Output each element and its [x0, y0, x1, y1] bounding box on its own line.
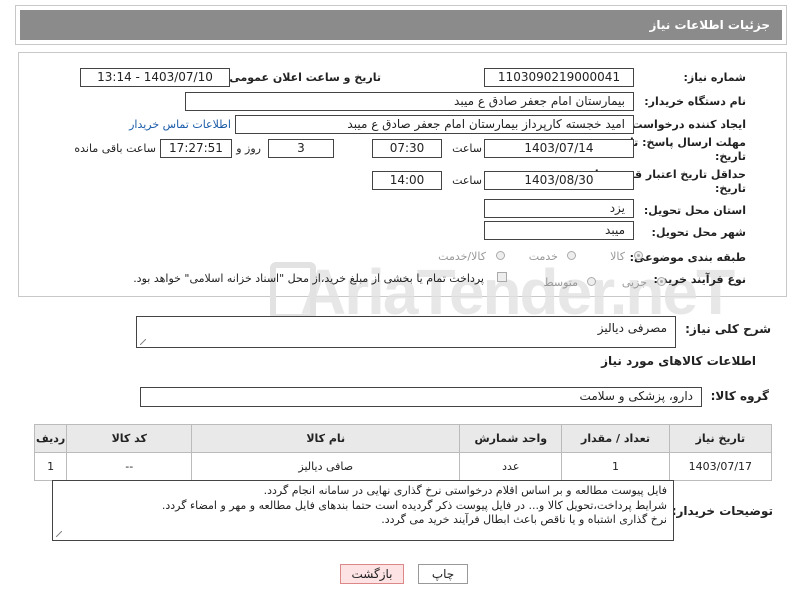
process-label: نوع فرآیند خرید :	[653, 273, 746, 286]
deadline-label-line2: تاریخ:	[714, 150, 746, 163]
goods-section-title: اطلاعات کالاهای مورد نیاز	[601, 354, 756, 368]
page-header: جزئیات اطلاعات نیاز	[15, 5, 787, 45]
deadline-time-label: ساعت	[452, 142, 482, 155]
announce-field: 1403/07/10 - 13:14	[80, 68, 230, 87]
category-option-goods-service: کالا/خدمت	[438, 250, 486, 263]
process-radio-medium[interactable]	[587, 277, 596, 286]
deadline-date-field: 1403/07/14	[484, 139, 634, 158]
header-row: ردیف	[33, 424, 68, 453]
deadline-label-line1: مهلت ارسال پاسخ: تا	[630, 136, 746, 149]
city-label: شهر محل تحویل:	[651, 226, 746, 239]
cell-code: --	[66, 452, 193, 481]
category-option-service: خدمت	[528, 250, 558, 263]
category-radio-service[interactable]	[567, 251, 576, 260]
buyer-notes-label: توضیحات خریدار:	[671, 504, 773, 518]
goods-group-field: دارو، پزشکی و سلامت	[140, 387, 702, 407]
goods-group-label: گروه کالا:	[710, 389, 769, 403]
need-number-label: شماره نیاز:	[683, 71, 746, 84]
back-button[interactable]: بازگشت	[340, 564, 404, 584]
cell-qty: 1	[561, 452, 670, 481]
buyer-contact-link[interactable]: اطلاعات تماس خریدار	[129, 118, 231, 131]
deadline-label: مهلت ارسال پاسخ: تا تاریخ:	[630, 136, 746, 164]
remaining-days-field: 3	[268, 139, 334, 158]
items-table: تاریخ نیاز تعداد / مقدار واحد شمارش نام …	[33, 424, 773, 481]
category-label: طبقه بندی موضوعی:	[629, 251, 746, 264]
deadline-time-field: 07:30	[372, 139, 442, 158]
announce-label: تاریخ و ساعت اعلان عمومی:	[224, 71, 381, 84]
process-option-minor: جزیی	[621, 276, 647, 289]
process-option-medium: متوسط	[543, 276, 578, 289]
buyer-notes-line-3: نرخ گذاری اشتباه و یا ناقص باعث ابطال فر…	[381, 513, 667, 526]
province-label: استان محل تحویل:	[643, 204, 746, 217]
days-label: روز و	[236, 142, 261, 155]
table-row: 1403/07/17 1 عدد صافی دیالیز -- 1	[33, 452, 773, 481]
buyer-notes-line-2: شرایط پرداخت،تحویل کالا و... در فایل پیو…	[161, 498, 667, 512]
cell-name: صافی دیالیز	[191, 452, 461, 481]
buyer-notes-field: فایل پیوست مطالعه و بر اساس اقلام درخواس…	[52, 480, 674, 541]
remaining-label: ساعت باقی مانده	[74, 142, 156, 155]
process-radio-minor[interactable]	[657, 277, 666, 286]
buyer-label: نام دستگاه خریدار:	[644, 95, 746, 108]
buyer-field: بیمارستان امام جعفر صادق ع میبد	[185, 92, 634, 111]
treasury-payment-checkbox[interactable]	[497, 272, 507, 282]
category-radio-goods[interactable]	[634, 251, 643, 260]
header-qty: تعداد / مقدار	[561, 424, 670, 453]
table-header-row: تاریخ نیاز تعداد / مقدار واحد شمارش نام …	[33, 424, 773, 453]
treasury-payment-note: پرداخت تمام یا بخشی از مبلغ خرید،از محل …	[133, 272, 484, 285]
cell-date: 1403/07/17	[668, 452, 773, 481]
remaining-time-field: 17:27:51	[160, 139, 232, 158]
buyer-notes-line-1: فایل پیوست مطالعه و بر اساس اقلام درخواس…	[263, 484, 667, 497]
buyer-notes-resize-handle[interactable]	[56, 531, 62, 537]
cell-unit: عدد	[459, 452, 563, 481]
category-radio-goods-service[interactable]	[496, 251, 505, 260]
cell-row: 1	[33, 452, 68, 481]
validity-time-label: ساعت	[452, 174, 482, 187]
header-name: نام کالا	[191, 424, 461, 453]
header-code: کد کالا	[66, 424, 193, 453]
validity-time-field: 14:00	[372, 171, 442, 190]
header-unit: واحد شمارش	[459, 424, 563, 453]
header-bar: جزئیات اطلاعات نیاز	[20, 10, 782, 40]
category-option-goods: کالا	[610, 250, 625, 263]
city-field: میبد	[484, 221, 634, 240]
header-date: تاریخ نیاز	[668, 424, 773, 453]
creator-field: امید خجسته کارپرداز بیمارستان امام جعفر …	[235, 115, 634, 134]
summary-field: مصرفی دیالیز	[136, 316, 676, 348]
print-button[interactable]: چاپ	[418, 564, 468, 584]
creator-label: ایجاد کننده درخواست:	[627, 118, 746, 131]
need-number-field: 1103090219000041	[484, 68, 634, 87]
summary-resize-handle[interactable]	[140, 339, 146, 345]
summary-label: شرح کلی نیاز:	[685, 322, 771, 336]
province-field: یزد	[484, 199, 634, 218]
validity-date-field: 1403/08/30	[484, 171, 634, 190]
page-title: جزئیات اطلاعات نیاز	[649, 18, 770, 32]
